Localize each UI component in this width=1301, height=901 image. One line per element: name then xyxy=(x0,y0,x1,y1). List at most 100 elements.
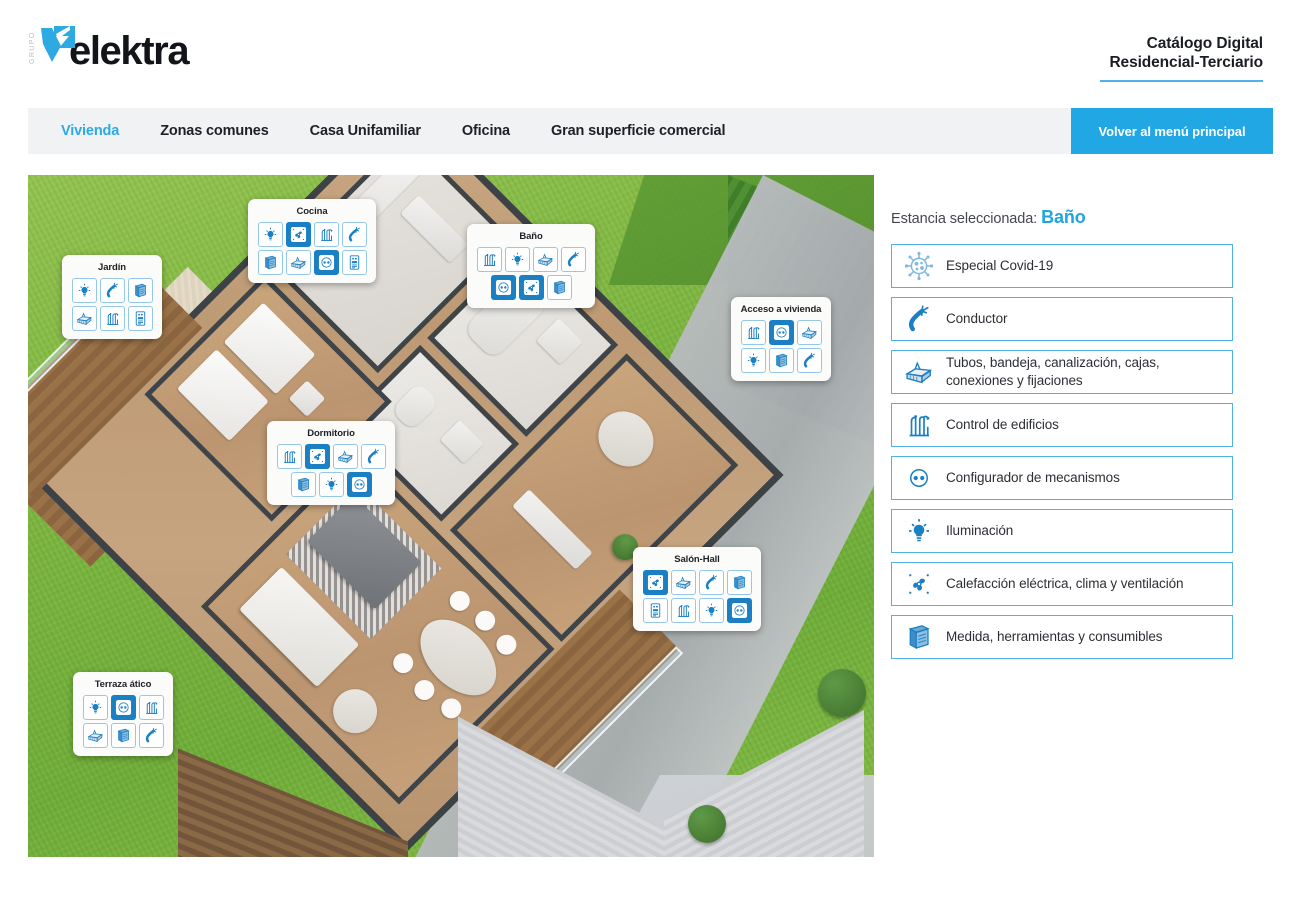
category-label: Calefacción eléctrica, clima y ventilaci… xyxy=(946,576,1184,591)
kitchen-island xyxy=(400,194,469,263)
fan-icon[interactable] xyxy=(285,222,311,247)
category-item[interactable]: Especial Covid-19 xyxy=(891,244,1233,288)
socket-icon[interactable] xyxy=(768,320,794,345)
logo-wordmark: elektra xyxy=(69,29,190,73)
brand-logo[interactable]: GRUPO elektra xyxy=(28,22,190,73)
socket-icon[interactable] xyxy=(726,598,752,623)
lightbulb-icon[interactable] xyxy=(504,247,530,272)
hotspot-title: Jardín xyxy=(98,262,126,273)
building-control-icon xyxy=(892,404,946,446)
hotspot-icon-grid xyxy=(81,695,165,748)
nav-item-list: Vivienda Zonas comunes Casa Unifamiliar Ofi… xyxy=(28,123,766,139)
hotspot-title: Dormitorio xyxy=(307,428,355,439)
tray-icon[interactable] xyxy=(796,320,822,345)
floorplan-viewport[interactable]: Jardín Cocina Baño Acceso a vivienda Dormito… xyxy=(28,175,874,857)
socket-icon[interactable] xyxy=(313,250,339,275)
tray-icon[interactable] xyxy=(285,250,311,275)
category-item[interactable]: Conductor xyxy=(891,297,1233,341)
device-icon[interactable] xyxy=(341,250,367,275)
tray-icon[interactable] xyxy=(332,444,358,469)
control-icon[interactable] xyxy=(99,306,125,331)
device-icon[interactable] xyxy=(642,598,668,623)
page-header: GRUPO elektra Catálogo Digital Residenci… xyxy=(0,0,1301,108)
hotspot-card-terraza-tico[interactable]: Terraza ático xyxy=(73,672,173,756)
category-item[interactable]: Tubos, bandeja, canalización, cajas, con… xyxy=(891,350,1233,394)
meter-icon[interactable] xyxy=(257,250,283,275)
cable-icon[interactable] xyxy=(138,723,164,748)
lightbulb-icon[interactable] xyxy=(318,472,344,497)
hotspot-title: Baño xyxy=(519,231,543,242)
meter-icon[interactable] xyxy=(290,472,316,497)
tray-icon[interactable] xyxy=(71,306,97,331)
fan-icon[interactable] xyxy=(518,275,544,300)
socket-icon[interactable] xyxy=(346,472,372,497)
control-icon[interactable] xyxy=(476,247,502,272)
cable-icon[interactable] xyxy=(796,348,822,373)
control-icon[interactable] xyxy=(740,320,766,345)
nav-item-zonas-comunes[interactable]: Zonas comunes xyxy=(160,123,269,139)
category-item[interactable]: Iluminación xyxy=(891,509,1233,553)
logo-grupo-text: GRUPO xyxy=(29,31,36,65)
cable-icon[interactable] xyxy=(560,247,586,272)
control-icon[interactable] xyxy=(313,222,339,247)
sink-2 xyxy=(439,419,484,464)
cable-icon[interactable] xyxy=(341,222,367,247)
meter-icon xyxy=(892,616,946,658)
hotspot-card-jard-n[interactable]: Jardín xyxy=(62,255,162,339)
dining-chair xyxy=(389,648,418,678)
meter-icon[interactable] xyxy=(110,723,136,748)
lightbulb-icon[interactable] xyxy=(257,222,283,247)
hotspot-card-sal-n-hall[interactable]: Salón-Hall xyxy=(633,547,761,631)
meter-icon[interactable] xyxy=(546,275,572,300)
tray-icon[interactable] xyxy=(532,247,558,272)
category-label: Iluminación xyxy=(946,523,1014,538)
category-item[interactable]: Control de edificios xyxy=(891,403,1233,447)
cable-icon[interactable] xyxy=(99,278,125,303)
category-label: Conductor xyxy=(946,311,1008,326)
meter-icon[interactable] xyxy=(726,570,752,595)
lightbulb-icon[interactable] xyxy=(740,348,766,373)
category-item[interactable]: Calefacción eléctrica, clima y ventilaci… xyxy=(891,562,1233,606)
lightbulb-icon[interactable] xyxy=(698,598,724,623)
control-icon[interactable] xyxy=(670,598,696,623)
nav-item-vivienda[interactable]: Vivienda xyxy=(61,123,119,139)
nav-item-oficina[interactable]: Oficina xyxy=(462,123,510,139)
sink-1 xyxy=(536,318,583,365)
hotspot-card-acceso-a-vivienda[interactable]: Acceso a vivienda xyxy=(731,297,831,381)
hotspot-card-cocina[interactable]: Cocina xyxy=(248,199,376,283)
control-icon[interactable] xyxy=(138,695,164,720)
side-table xyxy=(323,680,387,743)
category-item[interactable]: Configurador de mecanismos xyxy=(891,456,1233,500)
hotspot-icon-grid xyxy=(475,247,587,300)
meter-icon[interactable] xyxy=(768,348,794,373)
category-label: Medida, herramientas y consumibles xyxy=(946,629,1163,644)
patio-plant-2 xyxy=(818,669,866,717)
cable-icon[interactable] xyxy=(698,570,724,595)
nav-item-casa-unifamiliar[interactable]: Casa Unifamiliar xyxy=(310,123,421,139)
hotspot-title: Salón-Hall xyxy=(674,554,720,565)
tray-icon[interactable] xyxy=(82,723,108,748)
socket-icon xyxy=(892,457,946,499)
hotspot-icon-grid xyxy=(275,444,387,497)
hotspot-card-ba-o[interactable]: Baño xyxy=(467,224,595,308)
hotspot-card-dormitorio[interactable]: Dormitorio xyxy=(267,421,395,505)
selected-room-label: Estancia seleccionada: Baño xyxy=(891,207,1233,228)
cable-icon[interactable] xyxy=(360,444,386,469)
meter-icon[interactable] xyxy=(127,278,153,303)
catalog-title-line1: Catálogo Digital xyxy=(1146,35,1263,52)
category-item[interactable]: Medida, herramientas y consumibles xyxy=(891,615,1233,659)
lightbulb-icon[interactable] xyxy=(71,278,97,303)
lightbulb-icon[interactable] xyxy=(82,695,108,720)
socket-icon[interactable] xyxy=(110,695,136,720)
back-to-main-menu-button[interactable]: Volver al menú principal xyxy=(1071,108,1273,154)
fan-icon[interactable] xyxy=(642,570,668,595)
hotspot-title: Terraza ático xyxy=(94,679,152,690)
socket-icon[interactable] xyxy=(490,275,516,300)
control-icon[interactable] xyxy=(276,444,302,469)
fan-icon[interactable] xyxy=(304,444,330,469)
nav-item-gran-superficie-comercial[interactable]: Gran superficie comercial xyxy=(551,123,726,139)
hotspot-title: Cocina xyxy=(296,206,328,217)
tray-icon[interactable] xyxy=(670,570,696,595)
device-icon[interactable] xyxy=(127,306,153,331)
patio-plant-4 xyxy=(688,805,726,843)
